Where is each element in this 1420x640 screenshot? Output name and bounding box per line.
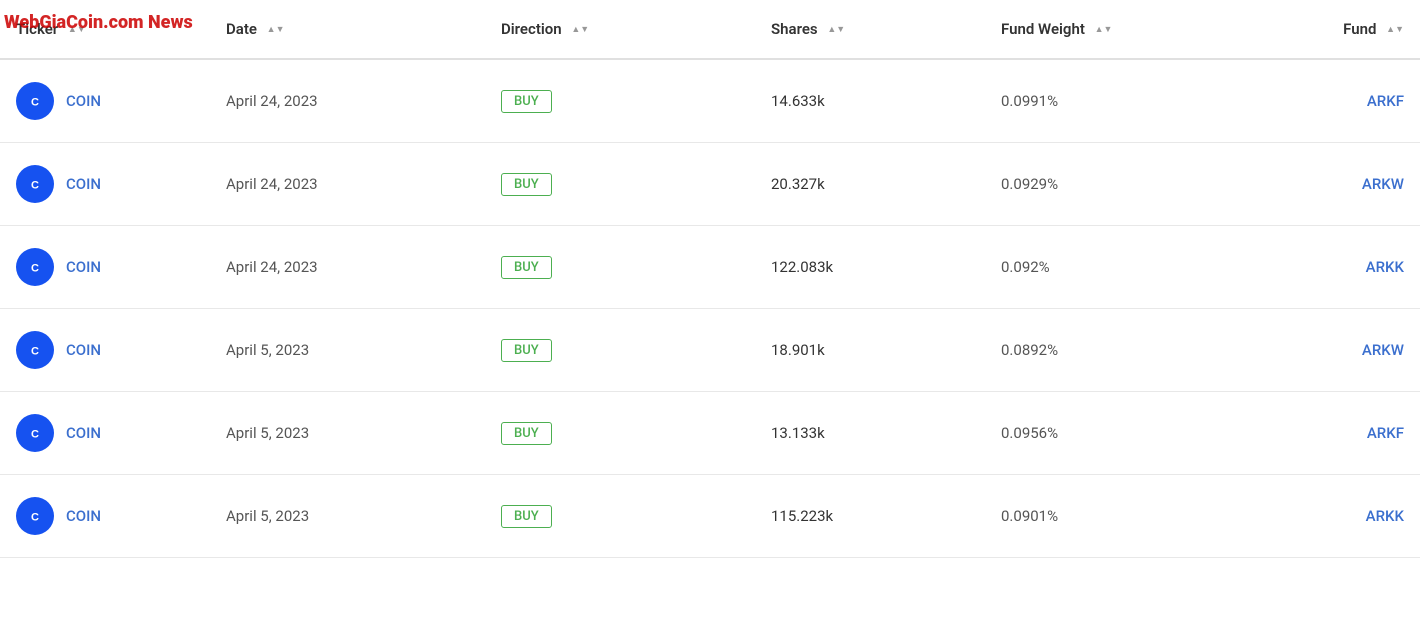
coin-logo-svg: C	[23, 172, 47, 196]
date-sort-icon: ▲▼	[267, 26, 285, 35]
date-cell: April 24, 2023	[210, 59, 485, 143]
ticker-cell: C COIN	[0, 59, 210, 143]
table-container: WebGiaCoin.com News Ticker ▲▼ Date ▲▼ Di…	[0, 0, 1420, 558]
fund-cell[interactable]: ARKK	[1215, 226, 1420, 309]
coin-logo-svg: C	[23, 338, 47, 362]
date-cell: April 24, 2023	[210, 226, 485, 309]
col-header-shares[interactable]: Shares ▲▼	[755, 0, 985, 59]
ticker-sort-icon: ▲▼	[68, 26, 86, 35]
fund-cell[interactable]: ARKW	[1215, 309, 1420, 392]
buy-badge: BUY	[501, 505, 552, 528]
fund-sort-icon: ▲▼	[1386, 26, 1404, 35]
shares-cell: 115.223k	[755, 475, 985, 558]
buy-badge: BUY	[501, 339, 552, 362]
shares-cell: 13.133k	[755, 392, 985, 475]
ticker-symbol[interactable]: COIN	[66, 424, 101, 442]
fund-label: Fund	[1343, 20, 1376, 38]
coin-logo: C	[16, 248, 54, 286]
ticker-cell: C COIN	[0, 226, 210, 309]
fund-cell[interactable]: ARKF	[1215, 59, 1420, 143]
table-row: C COIN April 5, 2023 BUY 13.133k0.0956%ARK…	[0, 392, 1420, 475]
svg-text:C: C	[31, 512, 39, 524]
date-cell: April 5, 2023	[210, 392, 485, 475]
ticker-cell: C COIN	[0, 475, 210, 558]
direction-cell: BUY	[485, 226, 755, 309]
coin-logo: C	[16, 165, 54, 203]
col-header-fund-weight[interactable]: Fund Weight ▲▼	[985, 0, 1215, 59]
shares-cell: 122.083k	[755, 226, 985, 309]
table-body: C COIN April 24, 2023BUY14.633k0.0991%AR…	[0, 59, 1420, 558]
fund-cell[interactable]: ARKK	[1215, 475, 1420, 558]
direction-cell: BUY	[485, 392, 755, 475]
fund-weight-cell: 0.0901%	[985, 475, 1215, 558]
direction-cell: BUY	[485, 309, 755, 392]
table-row: C COIN April 24, 2023 BUY 122.083k0.092%AR…	[0, 226, 1420, 309]
col-header-date[interactable]: Date ▲▼	[210, 0, 485, 59]
shares-cell: 18.901k	[755, 309, 985, 392]
coin-logo: C	[16, 497, 54, 535]
trades-table: WebGiaCoin.com News Ticker ▲▼ Date ▲▼ Di…	[0, 0, 1420, 558]
ticker-symbol[interactable]: COIN	[66, 92, 101, 110]
col-header-ticker[interactable]: WebGiaCoin.com News Ticker ▲▼	[0, 0, 210, 59]
col-header-direction[interactable]: Direction ▲▼	[485, 0, 755, 59]
table-row: C COIN April 5, 2023 BUY 115.223k0.0901%AR…	[0, 475, 1420, 558]
fund-weight-cell: 0.0929%	[985, 143, 1215, 226]
coin-logo-svg: C	[23, 255, 47, 279]
shares-cell: 20.327k	[755, 143, 985, 226]
svg-text:C: C	[31, 346, 39, 358]
coin-logo-svg: C	[23, 89, 47, 113]
date-cell: April 5, 2023	[210, 309, 485, 392]
fund-weight-label: Fund Weight	[1001, 20, 1085, 38]
date-cell: April 24, 2023	[210, 143, 485, 226]
table-header-row: WebGiaCoin.com News Ticker ▲▼ Date ▲▼ Di…	[0, 0, 1420, 59]
fund-weight-sort-icon: ▲▼	[1095, 26, 1113, 35]
ticker-label: Ticker	[16, 20, 58, 38]
svg-text:C: C	[31, 97, 39, 109]
coin-logo: C	[16, 414, 54, 452]
buy-badge: BUY	[501, 256, 552, 279]
ticker-cell: C COIN	[0, 392, 210, 475]
coin-logo: C	[16, 82, 54, 120]
ticker-symbol[interactable]: COIN	[66, 175, 101, 193]
table-row: C COIN April 24, 2023 BUY 14.633k0.0991%AR…	[0, 59, 1420, 143]
shares-cell: 14.633k	[755, 59, 985, 143]
buy-badge: BUY	[501, 422, 552, 445]
date-cell: April 5, 2023	[210, 475, 485, 558]
coin-logo-svg: C	[23, 421, 47, 445]
date-label: Date	[226, 20, 257, 38]
shares-label: Shares	[771, 20, 818, 38]
ticker-cell: C COIN	[0, 309, 210, 392]
svg-text:C: C	[31, 429, 39, 441]
coin-logo-svg: C	[23, 504, 47, 528]
col-header-fund[interactable]: Fund ▲▼	[1215, 0, 1420, 59]
fund-weight-cell: 0.0991%	[985, 59, 1215, 143]
direction-cell: BUY	[485, 143, 755, 226]
table-row: C COIN April 5, 2023 BUY 18.901k0.0892%ARK…	[0, 309, 1420, 392]
shares-sort-icon: ▲▼	[827, 26, 845, 35]
fund-weight-cell: 0.092%	[985, 226, 1215, 309]
fund-cell[interactable]: ARKF	[1215, 392, 1420, 475]
direction-sort-icon: ▲▼	[571, 26, 589, 35]
svg-text:C: C	[31, 263, 39, 275]
svg-text:C: C	[31, 180, 39, 192]
fund-cell[interactable]: ARKW	[1215, 143, 1420, 226]
direction-cell: BUY	[485, 475, 755, 558]
direction-label: Direction	[501, 20, 562, 38]
ticker-symbol[interactable]: COIN	[66, 341, 101, 359]
coin-logo: C	[16, 331, 54, 369]
buy-badge: BUY	[501, 173, 552, 196]
table-row: C COIN April 24, 2023 BUY 20.327k0.0929%AR…	[0, 143, 1420, 226]
buy-badge: BUY	[501, 90, 552, 113]
fund-weight-cell: 0.0892%	[985, 309, 1215, 392]
ticker-symbol[interactable]: COIN	[66, 258, 101, 276]
fund-weight-cell: 0.0956%	[985, 392, 1215, 475]
direction-cell: BUY	[485, 59, 755, 143]
ticker-symbol[interactable]: COIN	[66, 507, 101, 525]
ticker-cell: C COIN	[0, 143, 210, 226]
